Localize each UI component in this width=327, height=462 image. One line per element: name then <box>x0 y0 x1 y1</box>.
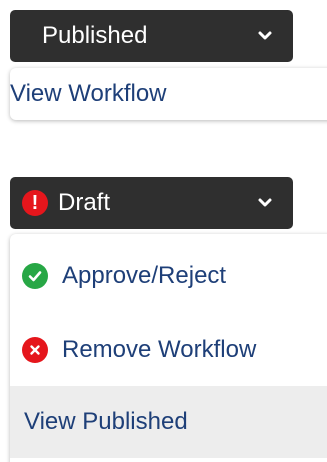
published-dropdown-menu: View Workflow <box>10 68 327 120</box>
menu-item-remove-workflow[interactable]: Remove Workflow <box>10 322 327 378</box>
draft-status-label: Draft <box>58 189 111 216</box>
menu-item-approve-reject[interactable]: Approve/Reject <box>10 248 327 304</box>
chevron-down-icon <box>258 198 272 207</box>
published-status-label: Published <box>42 22 148 49</box>
draft-dropdown-menu: Approve/Reject Remove Workflow View Publ… <box>10 234 327 462</box>
menu-item-label: Approve/Reject <box>62 262 227 289</box>
draft-status-button[interactable]: ! Draft <box>10 177 293 229</box>
workflow-status-controls: Published View Workflow ! Draft Approve/… <box>0 0 327 462</box>
menu-item-view-published[interactable]: View Published <box>10 386 327 458</box>
published-status-button[interactable]: Published <box>10 10 293 62</box>
check-circle-icon <box>22 263 48 289</box>
menu-item-label: View Published <box>24 408 188 435</box>
x-circle-icon <box>22 337 48 363</box>
chevron-down-icon <box>258 31 272 40</box>
menu-item-view-workflow[interactable]: View Workflow <box>10 68 327 120</box>
menu-item-label: Remove Workflow <box>62 336 257 363</box>
warning-icon: ! <box>22 190 48 216</box>
menu-item-label: View Workflow <box>10 80 167 107</box>
